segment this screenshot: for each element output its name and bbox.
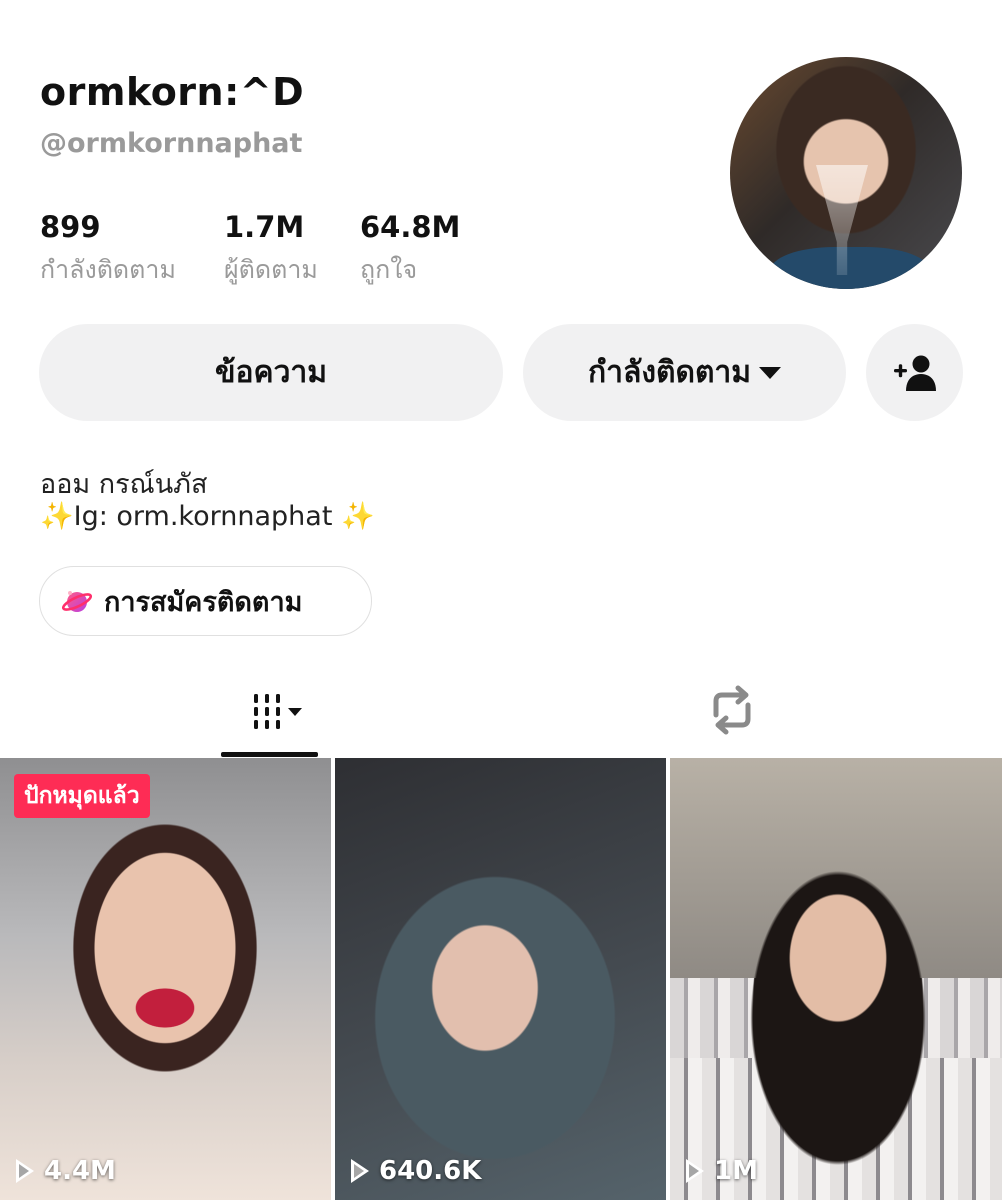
- bio-line-instagram: ✨Ig: orm.kornnaphat ✨: [40, 501, 375, 532]
- avatar[interactable]: [730, 57, 962, 289]
- tab-videos[interactable]: [221, 680, 318, 740]
- caret-down-icon: [759, 366, 782, 379]
- play-icon: [686, 1159, 704, 1183]
- view-count: 1M: [714, 1156, 758, 1186]
- likes-label: ถูกใจ: [360, 255, 418, 284]
- likes-stat[interactable]: 64.8M ถูกใจ: [360, 210, 460, 290]
- video-tile-3[interactable]: 1M: [670, 758, 1002, 1200]
- followers-label: ผู้ติดตาม: [224, 255, 318, 284]
- view-count: 4.4M: [44, 1156, 116, 1186]
- video-views: 4.4M: [16, 1156, 116, 1186]
- display-name: ormkorn:^D: [40, 70, 305, 114]
- subscription-label: การสมัครติดตาม: [104, 586, 303, 618]
- following-dropdown-button[interactable]: กำลังติดตาม: [523, 324, 846, 421]
- video-tile-1[interactable]: ปักหมุดแล้ว 4.4M: [0, 758, 331, 1200]
- subscription-button[interactable]: การสมัครติดตาม: [39, 566, 372, 636]
- add-friend-button[interactable]: [866, 324, 963, 421]
- following-button-label: กำลังติดตาม: [587, 355, 752, 390]
- pinned-badge: ปักหมุดแล้ว: [14, 774, 150, 818]
- planet-icon: [62, 591, 92, 612]
- message-button[interactable]: ข้อความ: [39, 324, 503, 421]
- following-count: 899: [40, 210, 101, 244]
- grid-icon: [253, 694, 302, 729]
- bio-line-name: ออม กรณ์นภัส: [40, 469, 208, 500]
- video-views: 1M: [686, 1156, 758, 1186]
- following-stat[interactable]: 899 กำลังติดตาม: [40, 210, 176, 290]
- play-icon: [16, 1159, 34, 1183]
- repost-icon: [713, 685, 751, 735]
- play-icon: [351, 1159, 369, 1183]
- followers-stat[interactable]: 1.7M ผู้ติดตาม: [224, 210, 318, 290]
- avatar-shirt: [770, 247, 930, 289]
- view-count: 640.6K: [379, 1156, 482, 1186]
- video-grid: ปักหมุดแล้ว 4.4M 640.6K 1M: [0, 758, 1002, 1200]
- followers-count: 1.7M: [224, 210, 305, 244]
- video-tile-2[interactable]: 640.6K: [335, 758, 666, 1200]
- video-views: 640.6K: [351, 1156, 481, 1186]
- following-label: กำลังติดตาม: [40, 255, 176, 284]
- message-button-label: ข้อความ: [214, 355, 328, 390]
- likes-count: 64.8M: [360, 210, 461, 244]
- username-handle: @ormkornnaphat: [40, 128, 303, 159]
- tab-reposts[interactable]: [700, 680, 764, 740]
- tile-subject: [670, 758, 1002, 1200]
- person-plus-icon: [893, 355, 936, 391]
- active-tab-indicator: [221, 752, 318, 757]
